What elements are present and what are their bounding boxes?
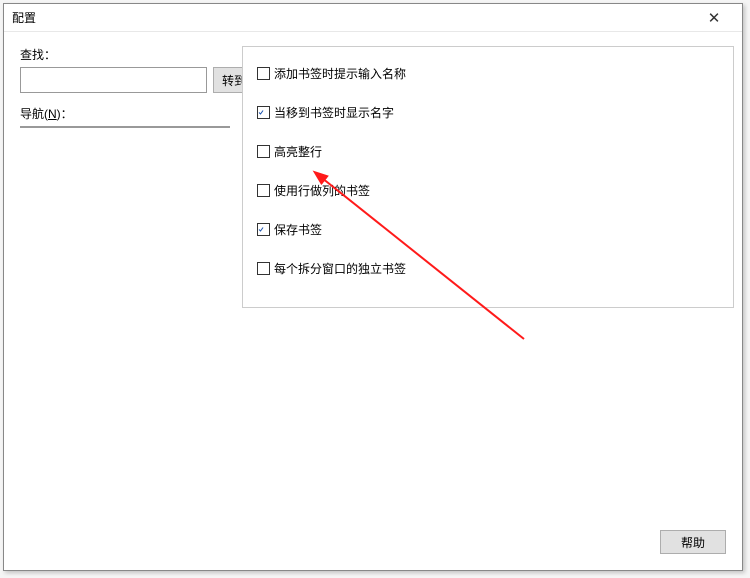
- options-panel: 添加书签时提示输入名称当移到书签时显示名字高亮整行使用行做列的书签保存书签每个拆…: [242, 46, 734, 308]
- option-label: 高亮整行: [274, 143, 322, 160]
- option-row-highlight_line: 高亮整行: [257, 143, 719, 160]
- close-button[interactable]: ✕: [694, 5, 734, 31]
- checkbox-highlight_line[interactable]: [257, 145, 270, 158]
- option-row-show_name: 当移到书签时显示名字: [257, 104, 719, 121]
- nav-label: 导航(N)：: [20, 105, 230, 122]
- dialog-body: 查找： 转到 导航(N)： −编辑器高级自动完成括号/字符串书签列模式定界符十六…: [4, 32, 742, 570]
- dialog-footer: 帮助: [20, 522, 734, 562]
- search-row: 转到: [20, 67, 230, 93]
- check-icon: [258, 224, 264, 235]
- left-panel: 查找： 转到 导航(N)： −编辑器高级自动完成括号/字符串书签列模式定界符十六…: [20, 46, 230, 128]
- option-label: 保存书签: [274, 221, 322, 238]
- nav-label-key: N: [48, 107, 57, 121]
- option-row-add_prompt: 添加书签时提示输入名称: [257, 65, 719, 82]
- nav-label-prefix: 导航(: [20, 107, 48, 121]
- titlebar: 配置 ✕: [4, 4, 742, 32]
- checkbox-use_row_as_col[interactable]: [257, 184, 270, 197]
- option-label: 添加书签时提示输入名称: [274, 65, 406, 82]
- option-row-use_row_as_col: 使用行做列的书签: [257, 182, 719, 199]
- option-label: 每个拆分窗口的独立书签: [274, 260, 406, 277]
- help-button[interactable]: 帮助: [660, 530, 726, 554]
- search-label: 查找：: [20, 46, 230, 63]
- check-icon: [258, 107, 264, 118]
- close-icon: ✕: [708, 9, 721, 27]
- option-row-independent_per_split: 每个拆分窗口的独立书签: [257, 260, 719, 277]
- option-row-save_bookmarks: 保存书签: [257, 221, 719, 238]
- option-label: 使用行做列的书签: [274, 182, 370, 199]
- option-label: 当移到书签时显示名字: [274, 104, 394, 121]
- nav-tree-container: −编辑器高级自动完成括号/字符串书签列模式定界符十六进制模式图像拖放其它自动换行…: [20, 126, 230, 128]
- checkbox-show_name[interactable]: [257, 106, 270, 119]
- nav-label-suffix: )：: [57, 107, 73, 121]
- checkbox-independent_per_split[interactable]: [257, 262, 270, 275]
- search-input[interactable]: [20, 67, 207, 93]
- options-list: 添加书签时提示输入名称当移到书签时显示名字高亮整行使用行做列的书签保存书签每个拆…: [257, 65, 719, 277]
- config-dialog: 配置 ✕ 查找： 转到 导航(N)： −编辑器高级自动完成括号/字符串书签列模式…: [3, 3, 743, 571]
- checkbox-save_bookmarks[interactable]: [257, 223, 270, 236]
- window-title: 配置: [12, 9, 36, 26]
- content-row: 查找： 转到 导航(N)： −编辑器高级自动完成括号/字符串书签列模式定界符十六…: [20, 46, 734, 522]
- checkbox-add_prompt[interactable]: [257, 67, 270, 80]
